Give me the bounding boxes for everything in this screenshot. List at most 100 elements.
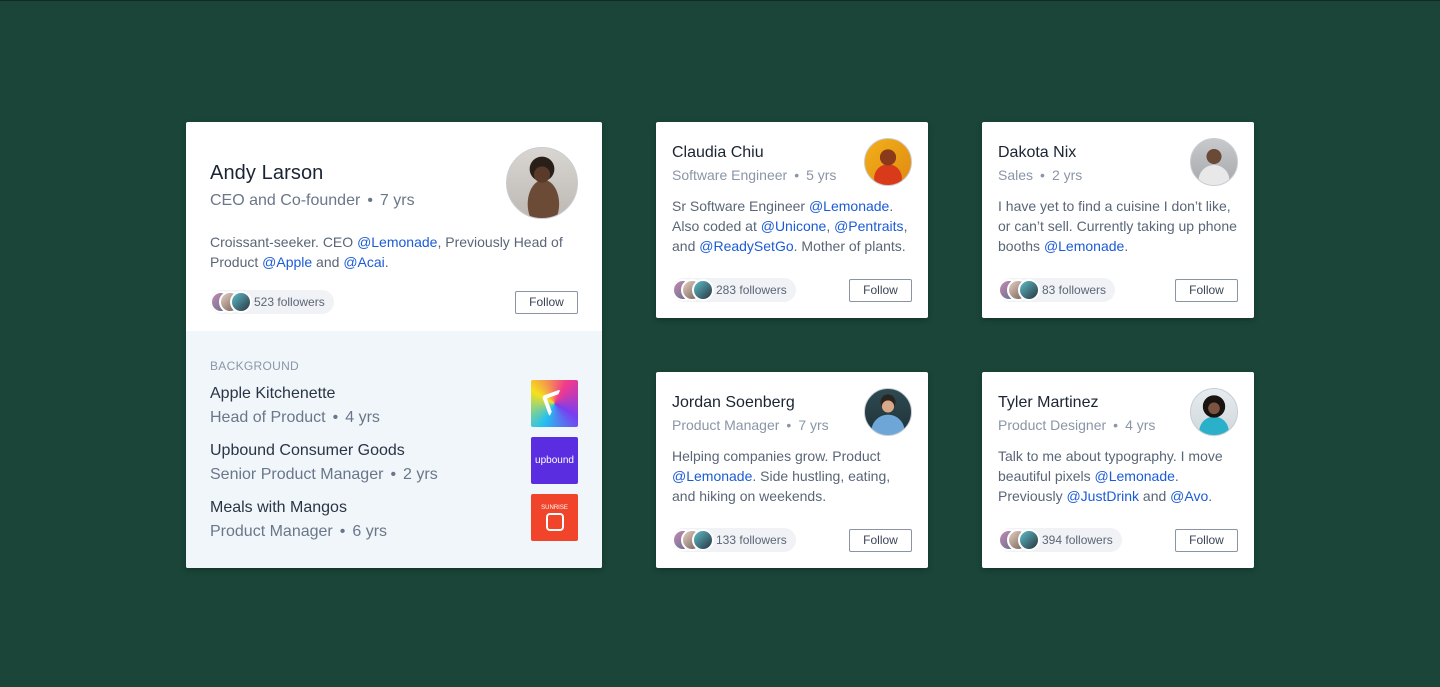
upbound-logo-icon[interactable]: upbound xyxy=(531,437,578,484)
separator-dot: • xyxy=(367,192,373,209)
follower-avatars xyxy=(672,279,714,301)
mention-link[interactable]: @Acai xyxy=(343,254,384,270)
mention-link[interactable]: @Avo xyxy=(1170,488,1208,504)
job-title: Senior Product Manager xyxy=(210,466,384,483)
mention-link[interactable]: @Lemonade xyxy=(1044,238,1124,254)
followers-count: 283 followers xyxy=(716,283,787,297)
followers-badge[interactable]: 394 followers xyxy=(998,528,1122,552)
job-entry: Meals with Mangos Product Manager • 6 yrs … xyxy=(210,487,578,544)
follower-avatars xyxy=(998,529,1040,551)
follow-button[interactable]: Follow xyxy=(849,528,912,552)
followers-count: 523 followers xyxy=(254,295,325,309)
featured-profile-card: Andy Larson CEO and Co-founder • 7 yrs Cro… xyxy=(186,122,602,568)
follower-avatars xyxy=(672,529,714,551)
mention-link[interactable]: @ReadySetGo xyxy=(699,238,793,254)
profile-bio: I have yet to find a cuisine I don’t lik… xyxy=(998,196,1238,256)
avatar[interactable] xyxy=(864,138,912,186)
mention-link[interactable]: @Lemonade xyxy=(357,234,437,250)
separator-dot: • xyxy=(332,409,339,426)
separator-dot: • xyxy=(1113,417,1119,433)
job-company[interactable]: Meals with Mangos xyxy=(210,487,578,517)
profile-title: CEO and Co-founder xyxy=(210,192,361,209)
job-position: Senior Product Manager • 2 yrs xyxy=(210,466,578,484)
mention-link[interactable]: @Lemonade xyxy=(672,468,752,484)
avatar[interactable] xyxy=(1190,138,1238,186)
profile-card: Claudia Chiu Software Engineer • 5 yrs Sr … xyxy=(656,122,928,318)
social-row: 394 followers Follow xyxy=(998,528,1238,552)
profile-title: Product Manager xyxy=(672,417,780,433)
job-entry: Upbound Consumer Goods Senior Product Ma… xyxy=(210,430,578,487)
social-row: 283 followers Follow xyxy=(672,278,912,302)
social-row: 133 followers Follow xyxy=(672,528,912,552)
profile-bio: Helping companies grow. Product @Lemonad… xyxy=(672,446,912,506)
kitchenette-logo-icon[interactable] xyxy=(531,380,578,427)
profile-card: Jordan Soenberg Product Manager • 7 yrs He… xyxy=(656,372,928,568)
follower-avatars xyxy=(210,291,252,313)
background-section: BACKGROUND Apple Kitchenette Head of Pro… xyxy=(186,331,602,568)
follower-avatar xyxy=(692,279,714,301)
logo-text: SUNRISE xyxy=(541,504,568,511)
profile-header: Andy Larson CEO and Co-founder • 7 yrs Cro… xyxy=(186,122,602,331)
separator-dot: • xyxy=(390,466,397,483)
followers-badge[interactable]: 523 followers xyxy=(210,290,334,314)
mention-link[interactable]: @Apple xyxy=(262,254,312,270)
profile-title: Sales xyxy=(998,167,1034,183)
profile-tenure: 5 yrs xyxy=(806,167,837,183)
job-company[interactable]: Apple Kitchenette xyxy=(210,373,578,403)
job-tenure: 6 yrs xyxy=(352,523,388,540)
mention-link[interactable]: @Lemonade xyxy=(1095,468,1175,484)
background-heading: BACKGROUND xyxy=(210,359,300,373)
profile-tenure: 4 yrs xyxy=(1125,417,1156,433)
separator-dot: • xyxy=(1040,167,1045,183)
follower-avatar xyxy=(1018,279,1040,301)
job-tenure: 4 yrs xyxy=(345,409,380,426)
follower-avatar xyxy=(692,529,714,551)
social-row: 523 followers Follow xyxy=(210,290,578,314)
bio-text: . xyxy=(1124,238,1129,254)
bio-text: Helping companies grow. Product xyxy=(672,448,881,464)
separator-dot: • xyxy=(339,523,346,540)
follower-avatars xyxy=(998,279,1040,301)
mention-link[interactable]: @Lemonade xyxy=(809,198,889,214)
separator-dot: • xyxy=(786,417,792,433)
followers-count: 394 followers xyxy=(1042,533,1113,547)
bio-text: and xyxy=(1139,488,1171,504)
job-title: Product Manager xyxy=(210,523,333,540)
mention-link[interactable]: @JustDrink xyxy=(1066,488,1139,504)
profile-bio: Croissant-seeker. CEO @Lemonade, Previou… xyxy=(210,232,570,272)
followers-count: 83 followers xyxy=(1042,283,1107,297)
avatar[interactable] xyxy=(864,388,912,436)
follower-avatar xyxy=(1018,529,1040,551)
job-title: Head of Product xyxy=(210,409,326,426)
mention-link[interactable]: @Unicone xyxy=(761,218,827,234)
profile-card: Dakota Nix Sales • 2 yrs I have yet to fin… xyxy=(982,122,1254,318)
followers-badge[interactable]: 133 followers xyxy=(672,528,796,552)
mention-link[interactable]: @Pentraits xyxy=(834,218,903,234)
avatar[interactable] xyxy=(506,147,578,219)
follow-button[interactable]: Follow xyxy=(849,278,912,302)
follower-avatar xyxy=(230,291,252,313)
followers-badge[interactable]: 83 followers xyxy=(998,278,1116,302)
profile-tenure: 7 yrs xyxy=(379,192,415,209)
followers-badge[interactable]: 283 followers xyxy=(672,278,796,302)
social-row: 83 followers Follow xyxy=(998,278,1238,302)
job-position: Head of Product • 4 yrs xyxy=(210,409,578,427)
follow-button[interactable]: Follow xyxy=(1175,528,1238,552)
job-entry: Apple Kitchenette Head of Product • 4 yrs xyxy=(210,373,578,430)
profile-bio: Talk to me about typography. I move beau… xyxy=(998,446,1238,506)
job-position: Product Manager • 6 yrs xyxy=(210,523,578,541)
bio-text: , xyxy=(826,218,835,234)
profile-card: Tyler Martinez Product Designer • 4 yrs Ta… xyxy=(982,372,1254,568)
separator-dot: • xyxy=(794,167,800,183)
bio-text: . xyxy=(1208,488,1213,504)
sunrise-logo-icon[interactable]: SUNRISE xyxy=(531,494,578,541)
bio-text: Croissant-seeker. CEO xyxy=(210,234,358,250)
logo-glyph xyxy=(541,389,569,417)
follow-button[interactable]: Follow xyxy=(1175,278,1238,302)
job-company[interactable]: Upbound Consumer Goods xyxy=(210,430,578,460)
follow-button[interactable]: Follow xyxy=(515,290,578,314)
bio-text: . xyxy=(384,254,389,270)
avatar[interactable] xyxy=(1190,388,1238,436)
followers-count: 133 followers xyxy=(716,533,787,547)
profile-title: Software Engineer xyxy=(672,167,788,183)
